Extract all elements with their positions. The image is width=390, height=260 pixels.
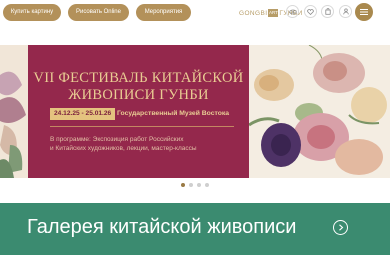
site-header: Купить картину Рисовать Online Мероприят…: [0, 0, 390, 27]
draw-online-button[interactable]: Рисовать Online: [68, 4, 129, 21]
gallery-section-link[interactable]: Галерея китайской живописи: [0, 203, 390, 255]
banner-text-panel: VII ФЕСТИВАЛЬ КИТАЙСКОЙ ЖИВОПИСИ ГУНБИ 2…: [28, 45, 249, 178]
carousel-dot-4[interactable]: [205, 183, 209, 187]
heart-icon[interactable]: [304, 5, 317, 18]
peony-right-illustration: [249, 45, 390, 178]
user-icon[interactable]: [339, 5, 352, 18]
footer-edge: [0, 255, 390, 260]
carousel-dot-3[interactable]: [197, 183, 201, 187]
menu-icon: [360, 9, 368, 15]
cart-icon[interactable]: [321, 5, 334, 18]
menu-button[interactable]: [355, 3, 373, 21]
program-line1: В программе: Экспозиция работ Российских: [50, 136, 184, 143]
gallery-title: Галерея китайской живописи: [27, 216, 297, 238]
banner-divider: [50, 126, 234, 127]
buy-painting-button[interactable]: Купить картину: [3, 4, 61, 21]
peony-left-illustration: [0, 45, 28, 178]
carousel-pagination: [0, 183, 390, 191]
carousel-dot-2[interactable]: [189, 183, 193, 187]
chevron-right-icon[interactable]: [333, 220, 348, 235]
festival-dates: 24.12.25 - 25.01.26: [50, 108, 116, 120]
banner-title-line2: ЖИВОПИСИ ГУНБИ: [68, 87, 209, 103]
banner-title-line1: VII ФЕСТИВАЛЬ КИТАЙСКОЙ: [33, 70, 244, 86]
program-line2: и Китайских художников, лекции, мастер-к…: [50, 145, 197, 152]
festival-venue: Государственный Музей Востока: [117, 110, 230, 117]
festival-banner[interactable]: VII ФЕСТИВАЛЬ КИТАЙСКОЙ ЖИВОПИСИ ГУНБИ 2…: [0, 45, 390, 178]
eye-icon[interactable]: [286, 5, 299, 18]
festival-program: В программе: Экспозиция работ Российских…: [50, 135, 197, 153]
events-button[interactable]: Мероприятия: [136, 4, 191, 21]
carousel-dot-1[interactable]: [181, 183, 185, 187]
logo-text-left: GONGBI: [239, 9, 268, 17]
logo-mark: ART: [268, 9, 279, 17]
